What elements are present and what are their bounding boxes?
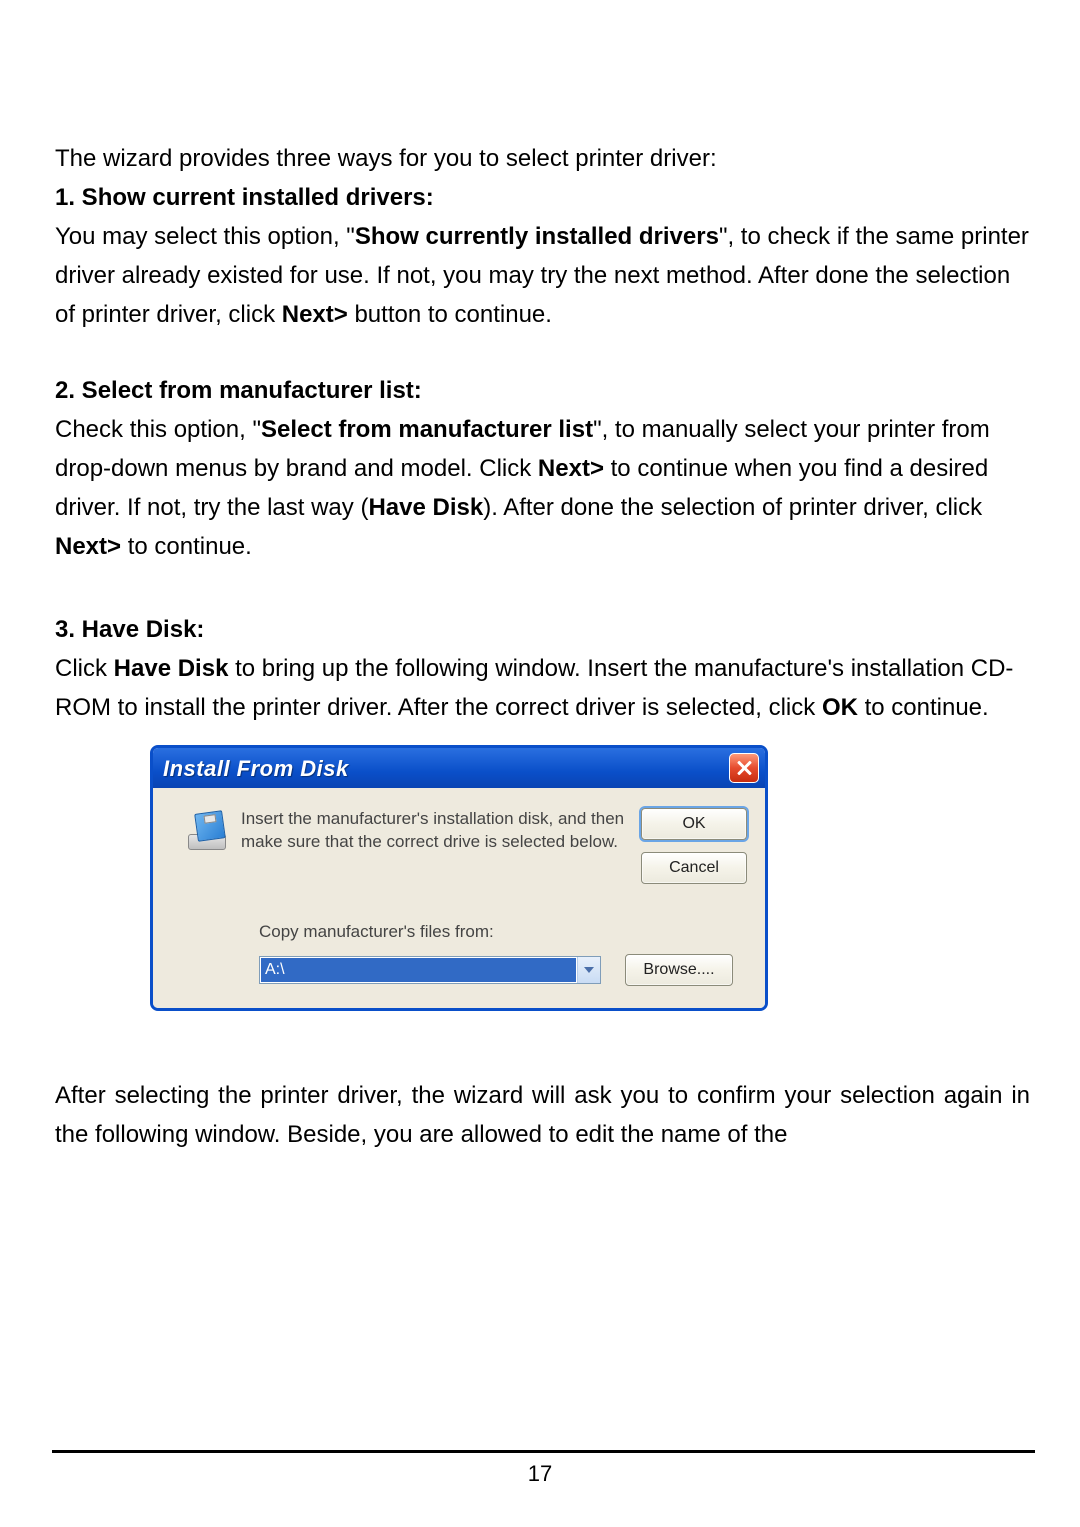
section-1: 1. Show current installed drivers: You m… [55,179,1030,335]
section-2-text: Check this option, "Select from manufact… [55,416,990,560]
dialog-titlebar[interactable]: Install From Disk [153,748,765,788]
section-3-heading: 3. Have Disk: [55,616,204,643]
dialog-message: Insert the manufacturer's installation d… [241,808,641,854]
cancel-button[interactable]: Cancel [641,852,747,884]
ok-button[interactable]: OK [641,808,747,840]
page-number: 17 [0,1461,1080,1487]
browse-button[interactable]: Browse.... [625,954,733,986]
chevron-down-icon [584,967,594,973]
document-body: The wizard provides three ways for you t… [55,140,1030,1155]
path-combobox[interactable]: A:\ [259,956,601,984]
section-2: 2. Select from manufacturer list: Check … [55,372,1030,566]
floppy-disk-icon [186,812,226,852]
after-paragraph: After selecting the printer driver, the … [55,1077,1030,1155]
footer-rule [52,1450,1035,1453]
close-icon [736,760,752,776]
dialog-title: Install From Disk [163,751,349,787]
section-1-heading: 1. Show current installed drivers: [55,184,434,211]
close-button[interactable] [729,753,759,783]
section-3: 3. Have Disk: Click Have Disk to bring u… [55,611,1030,728]
intro-paragraph: The wizard provides three ways for you t… [55,140,1030,179]
copy-from-label: Copy manufacturer's files from: [259,918,747,946]
path-value: A:\ [261,958,576,982]
combobox-arrow-button[interactable] [577,957,600,983]
section-1-text: You may select this option, "Show curren… [55,223,1029,328]
install-from-disk-dialog: Install From Disk Insert the manuf [150,745,768,1011]
section-2-heading: 2. Select from manufacturer list: [55,377,422,404]
section-3-text: Click Have Disk to bring up the followin… [55,655,1013,721]
